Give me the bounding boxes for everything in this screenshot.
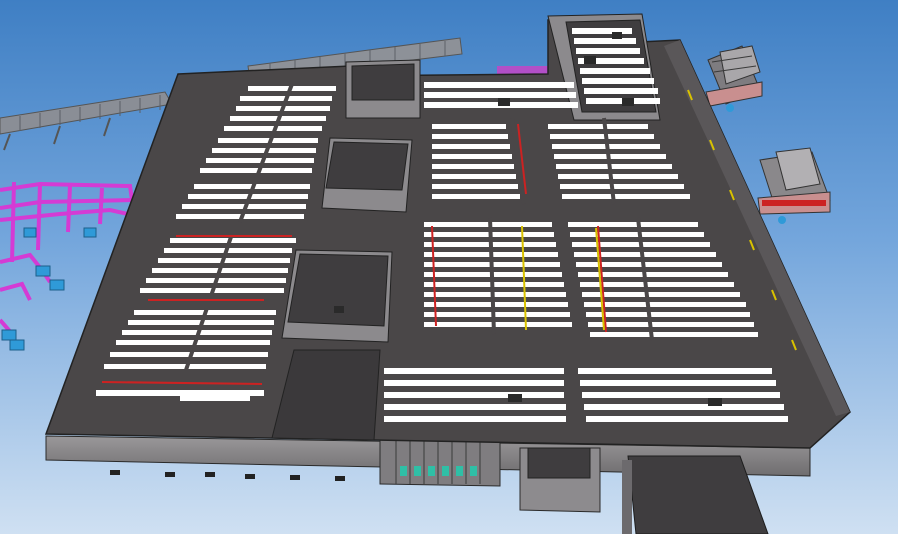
rooftop-penthouse-mid <box>321 137 413 213</box>
building-model[interactable] <box>0 0 898 534</box>
rooftop-penthouse-lower <box>281 249 393 343</box>
lower-penthouse <box>527 447 591 479</box>
equipment-units-left <box>1 227 97 351</box>
walkway-truss-left <box>0 91 173 151</box>
rooftop-unit-lower-right <box>757 147 831 224</box>
rooftop-unit-upper-right <box>705 45 763 112</box>
rooftop-penthouse-top <box>345 59 421 119</box>
3d-model-viewport[interactable] <box>0 0 898 534</box>
